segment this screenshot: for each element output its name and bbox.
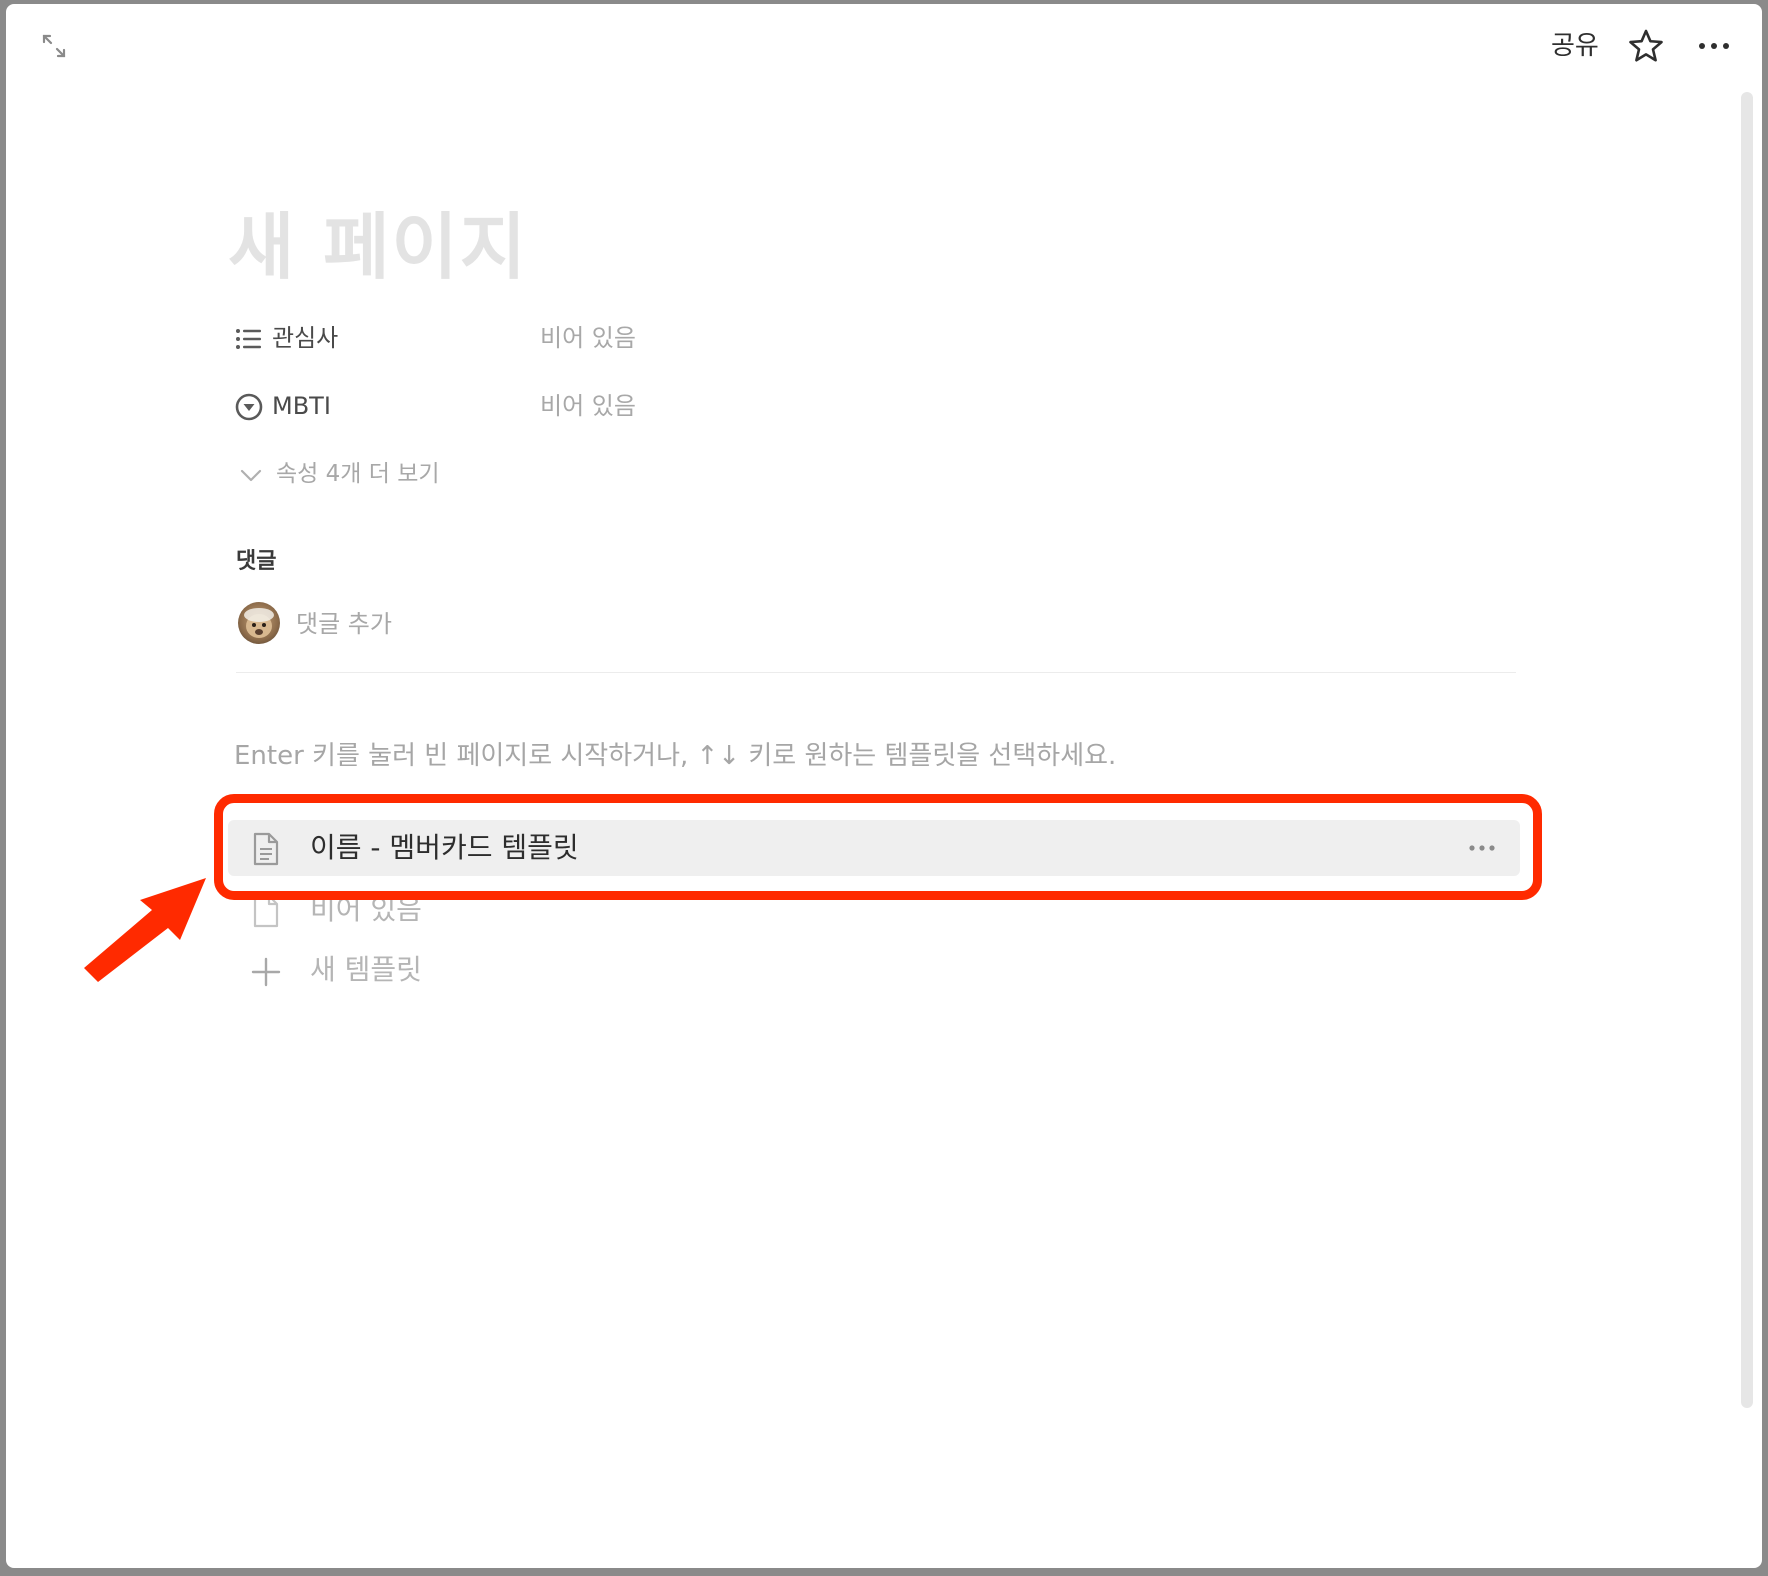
more-options-icon[interactable] <box>1694 26 1734 66</box>
list-icon <box>236 329 261 349</box>
add-comment-input[interactable]: 댓글 추가 <box>296 602 392 646</box>
template-label: 비어 있음 <box>310 893 422 926</box>
vertical-scrollbar[interactable] <box>1741 92 1753 1408</box>
chevron-down-icon <box>240 469 262 482</box>
divider <box>236 672 1516 673</box>
page-window: 공유 새 페이지 관심사 비어 있음 MBTI 비어 있음 속성 4개 더 보기… <box>6 4 1762 1568</box>
property-label: MBTI <box>272 392 331 420</box>
page-title[interactable]: 새 페이지 <box>228 202 528 292</box>
new-template-label: 새 템플릿 <box>310 953 422 986</box>
avatar <box>238 602 280 644</box>
template-item-empty[interactable]: 비어 있음 <box>228 882 1520 938</box>
template-label: 이름 - 멤버카드 템플릿 <box>310 831 579 864</box>
property-label: 관심사 <box>272 324 339 352</box>
comments-heading: 댓글 <box>236 549 277 574</box>
show-more-properties-label: 속성 4개 더 보기 <box>276 461 440 487</box>
select-icon <box>235 393 263 421</box>
property-value[interactable]: 비어 있음 <box>540 316 636 360</box>
template-more-icon[interactable] <box>1464 832 1500 864</box>
new-template-button[interactable]: 새 템플릿 <box>228 942 1520 998</box>
share-button[interactable]: 공유 <box>1551 26 1599 66</box>
expand-arrows-icon[interactable] <box>40 32 68 60</box>
document-icon <box>253 832 279 866</box>
blank-page-icon <box>253 894 279 928</box>
template-hint-text: Enter 키를 눌러 빈 페이지로 시작하거나, ↑↓ 키로 원하는 템플릿을… <box>234 741 1117 771</box>
property-value[interactable]: 비어 있음 <box>540 384 636 428</box>
plus-icon <box>251 957 281 987</box>
template-item-member-card[interactable]: 이름 - 멤버카드 템플릿 <box>228 820 1520 876</box>
annotation-arrow-icon <box>84 878 206 982</box>
star-icon[interactable] <box>1628 28 1664 64</box>
